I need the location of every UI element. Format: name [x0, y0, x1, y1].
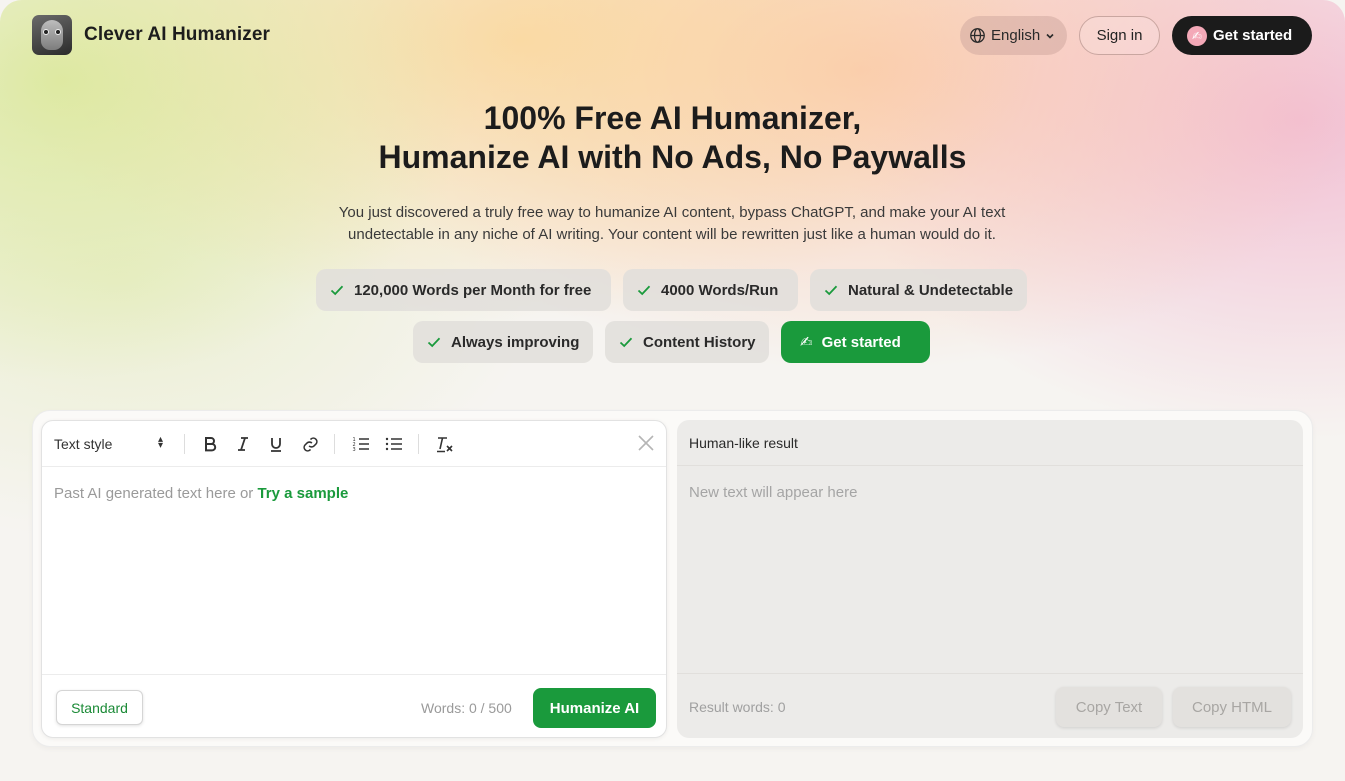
- bold-icon: [205, 437, 217, 452]
- toolbar-divider: [334, 434, 335, 454]
- result-panel: Human-like result New text will appear h…: [677, 420, 1303, 738]
- ordered-list-icon: 1 2 3: [353, 437, 369, 452]
- link-icon: [302, 436, 318, 452]
- try-sample-link[interactable]: Try a sample: [257, 485, 348, 502]
- clear-formatting-icon: [437, 436, 453, 452]
- feature-pill: 4000 Words/Run: [623, 269, 798, 311]
- editor-toolbar: Text style ▴ ▾ 1 2 3: [42, 421, 666, 467]
- check-icon: [330, 285, 344, 296]
- feature-pill: 120,000 Words per Month for free: [316, 269, 611, 311]
- brand-name[interactable]: Clever AI Humanizer: [84, 24, 270, 46]
- toolbar-divider: [184, 434, 185, 454]
- title-line-2: Humanize AI with No Ads, No Paywalls: [378, 139, 967, 175]
- bullet-list-icon: [385, 437, 402, 451]
- editor-footer: Standard Words: 0 / 500 Humanize AI: [42, 674, 666, 737]
- mode-standard-button[interactable]: Standard: [56, 690, 143, 725]
- writing-hand-icon: ✍: [1187, 25, 1207, 46]
- feature-get-started-button[interactable]: ✍ Get started: [781, 321, 930, 363]
- underline-icon: [271, 437, 281, 452]
- get-started-button[interactable]: ✍ Get started: [1172, 16, 1312, 55]
- clear-formatting-button[interactable]: [434, 433, 456, 455]
- ordered-list-button[interactable]: 1 2 3: [350, 433, 372, 455]
- italic-icon: [238, 437, 248, 451]
- copy-html-button[interactable]: Copy HTML: [1173, 687, 1291, 727]
- check-icon: [824, 285, 838, 296]
- text-input-area[interactable]: Past AI generated text here or Try a sam…: [54, 485, 348, 502]
- feature-pill: Content History: [605, 321, 769, 363]
- feature-label: Content History: [643, 333, 756, 351]
- input-placeholder: Past AI generated text here or: [54, 485, 258, 502]
- feature-pill: Always improving: [413, 321, 593, 363]
- language-label: English: [991, 27, 1041, 44]
- page-background: Clever AI Humanizer English Sign in ✍ Ge…: [0, 0, 1345, 781]
- bold-button[interactable]: [199, 433, 221, 455]
- result-header: Human-like result: [677, 420, 1303, 466]
- underline-button[interactable]: [265, 433, 287, 455]
- toolbar-divider: [418, 434, 419, 454]
- check-icon: [637, 285, 651, 296]
- word-counter: Words: 0 / 500: [421, 700, 512, 716]
- chevron-down-icon: [1046, 33, 1054, 39]
- robot-eye-icon: [43, 29, 49, 35]
- check-icon: [427, 337, 441, 348]
- humanize-ai-button[interactable]: Humanize AI: [533, 688, 656, 728]
- page-title: 100% Free AI Humanizer, Humanize AI with…: [0, 99, 1345, 177]
- bullet-list-button[interactable]: [383, 433, 405, 455]
- link-button[interactable]: [299, 433, 321, 455]
- feature-label: Natural & Undetectable: [848, 281, 1014, 299]
- svg-text:3: 3: [353, 447, 356, 452]
- robot-face-icon: [41, 20, 63, 50]
- page-subtitle: You just discovered a truly free way to …: [312, 202, 1032, 246]
- get-started-label: Get started: [1213, 27, 1293, 44]
- close-icon[interactable]: [636, 433, 656, 453]
- sign-in-button[interactable]: Sign in: [1079, 16, 1160, 55]
- result-placeholder: New text will appear here: [689, 484, 858, 501]
- brand-logo[interactable]: [32, 15, 72, 55]
- subtitle-line-2: undetectable in any niche of AI writing.…: [348, 226, 996, 243]
- feature-label: 4000 Words/Run: [661, 281, 779, 299]
- copy-text-button[interactable]: Copy Text: [1056, 687, 1162, 727]
- globe-icon: [970, 28, 985, 43]
- language-selector[interactable]: English: [960, 16, 1067, 55]
- subtitle-line-1: You just discovered a truly free way to …: [338, 204, 1006, 221]
- text-style-select[interactable]: Text style: [54, 436, 112, 452]
- feature-label: 120,000 Words per Month for free: [354, 281, 592, 299]
- feature-label: Always improving: [451, 333, 580, 351]
- italic-button[interactable]: [232, 433, 254, 455]
- select-arrows-icon: ▴ ▾: [158, 434, 164, 451]
- get-started-label: Get started: [821, 333, 901, 351]
- feature-pill: Natural & Undetectable: [810, 269, 1027, 311]
- result-word-counter: Result words: 0: [689, 699, 786, 715]
- result-footer: Result words: 0 Copy Text Copy HTML: [677, 673, 1303, 738]
- robot-eye-icon: [55, 29, 61, 35]
- title-line-1: 100% Free AI Humanizer,: [483, 100, 862, 136]
- result-title: Human-like result: [689, 435, 798, 451]
- writing-hand-icon: ✍: [800, 334, 813, 351]
- input-editor: Text style ▴ ▾ 1 2 3 Past AI generated t…: [41, 420, 667, 738]
- check-icon: [619, 337, 633, 348]
